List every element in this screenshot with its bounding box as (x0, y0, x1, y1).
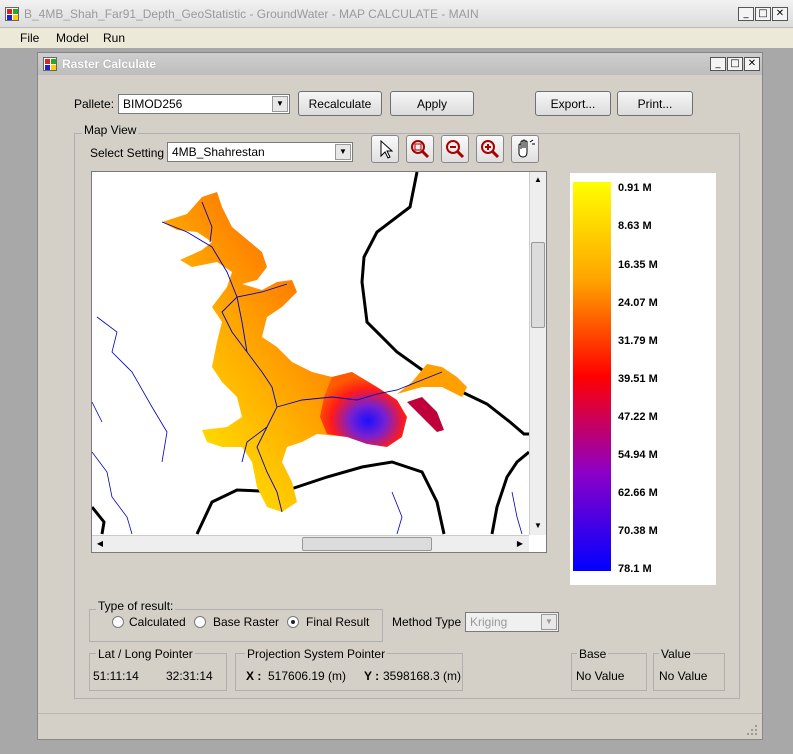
legend-label: 0.91 M (618, 182, 652, 194)
child-app-icon (43, 57, 57, 71)
zoom-out-tool-button[interactable] (441, 135, 469, 163)
x-label: X : (246, 669, 262, 683)
radio-final-result-label[interactable]: Final Result (306, 615, 369, 629)
zoom-extent-icon (411, 140, 430, 159)
menu-model[interactable]: Model (56, 31, 89, 45)
zoom-in-icon (481, 140, 500, 159)
main-title-bar[interactable]: B_4MB_Shah_Far91_Depth_GeoStatistic - Gr… (0, 0, 793, 28)
legend-label: 39.51 M (618, 373, 658, 385)
legend-label: 24.07 M (618, 297, 658, 309)
maximize-icon[interactable]: □ (755, 7, 771, 21)
method-type-dropdown[interactable]: Kriging ▼ (465, 612, 559, 632)
radio-base-raster-label[interactable]: Base Raster (213, 615, 279, 629)
x-value: 517606.19 (m) (268, 669, 347, 683)
status-strip (38, 713, 762, 739)
select-setting-dropdown[interactable]: 4MB_Shahrestan ▼ (167, 142, 353, 162)
map-vertical-scrollbar[interactable]: ▲ ▼ (529, 172, 546, 535)
zoom-in-tool-button[interactable] (476, 135, 504, 163)
zoom-extent-tool-button[interactable] (406, 135, 434, 163)
child-minimize-icon[interactable]: _ (710, 57, 726, 71)
projection-label: Projection System Pointer (245, 647, 388, 661)
child-title-bar[interactable]: Raster Calculate _ □ ✕ (38, 53, 762, 75)
pallete-value: BIMOD256 (123, 97, 183, 111)
child-close-icon[interactable]: ✕ (744, 57, 760, 71)
chevron-down-icon: ▼ (541, 614, 557, 630)
legend-label: 31.79 M (618, 335, 658, 347)
pointer-icon (380, 139, 394, 159)
resize-grip-icon[interactable] (746, 724, 758, 736)
pointer-tool-button[interactable] (371, 135, 399, 163)
scroll-up-icon[interactable]: ▲ (531, 173, 545, 187)
latlong-label: Lat / Long Pointer (96, 647, 195, 661)
recalculate-button[interactable]: Recalculate (298, 91, 382, 116)
legend-label: 8.63 M (618, 220, 652, 232)
legend-label: 54.94 M (618, 449, 658, 461)
legend-color-bar (573, 182, 611, 571)
latitude-value: 51:11:14 (93, 669, 139, 683)
minimize-icon[interactable]: _ (738, 7, 754, 21)
scroll-right-icon[interactable]: ▶ (513, 537, 527, 551)
base-label: Base (577, 647, 609, 661)
pan-tool-button[interactable] (511, 135, 539, 163)
map-canvas[interactable]: ▲ ▼ ◀ ▶ (91, 171, 547, 553)
legend-label: 62.66 M (618, 487, 658, 499)
legend-label: 47.22 M (618, 411, 658, 423)
legend-label: 70.38 M (618, 525, 658, 537)
horizontal-scroll-thumb[interactable] (302, 537, 432, 551)
value-value: No Value (659, 669, 708, 683)
legend-label: 16.35 M (618, 259, 658, 271)
apply-button[interactable]: Apply (390, 91, 474, 116)
scroll-left-icon[interactable]: ◀ (93, 537, 107, 551)
radio-base-raster[interactable] (194, 616, 206, 628)
base-value: No Value (576, 669, 625, 683)
radio-final-result[interactable] (287, 616, 299, 628)
close-icon[interactable]: ✕ (772, 7, 788, 21)
menu-bar: File Model Run (0, 28, 793, 48)
longitude-value: 32:31:14 (166, 669, 213, 683)
pallete-label: Pallete: (74, 97, 115, 111)
export-button[interactable]: Export... (535, 91, 611, 116)
pallete-dropdown[interactable]: BIMOD256 ▼ (118, 94, 290, 114)
chevron-down-icon: ▼ (335, 144, 351, 160)
method-type-value: Kriging (470, 615, 508, 629)
select-setting-value: 4MB_Shahrestan (172, 145, 265, 159)
chevron-down-icon: ▼ (272, 96, 288, 112)
child-window-title: Raster Calculate (62, 57, 157, 71)
map-horizontal-scrollbar[interactable]: ◀ ▶ (92, 535, 529, 552)
method-type-label: Method Type : (392, 615, 468, 629)
scroll-down-icon[interactable]: ▼ (531, 519, 545, 533)
print-button[interactable]: Print... (617, 91, 693, 116)
vertical-scroll-thumb[interactable] (531, 242, 545, 328)
value-label: Value (659, 647, 693, 661)
select-setting-label: Select Setting : (90, 146, 171, 160)
legend-label: 78.1 M (618, 563, 652, 575)
app-icon (5, 7, 19, 21)
color-legend: 0.91 M 8.63 M 16.35 M 24.07 M 31.79 M 39… (570, 173, 716, 585)
map-view-label: Map View (82, 123, 139, 137)
child-maximize-icon[interactable]: □ (727, 57, 743, 71)
radio-calculated-label[interactable]: Calculated (129, 615, 186, 629)
zoom-out-icon (446, 140, 465, 159)
main-window-title: B_4MB_Shah_Far91_Depth_GeoStatistic - Gr… (24, 7, 479, 21)
map-svg (92, 172, 529, 535)
y-value: 3598168.3 (m) (383, 669, 462, 683)
menu-file[interactable]: File (20, 31, 39, 45)
type-of-result-label: Type of result: (96, 599, 176, 613)
radio-calculated[interactable] (112, 616, 124, 628)
raster-calculate-window: Raster Calculate _ □ ✕ Pallete: BIMOD256… (37, 52, 763, 740)
menu-run[interactable]: Run (103, 31, 125, 45)
pan-hand-icon (518, 139, 535, 158)
y-label: Y : (364, 669, 380, 683)
